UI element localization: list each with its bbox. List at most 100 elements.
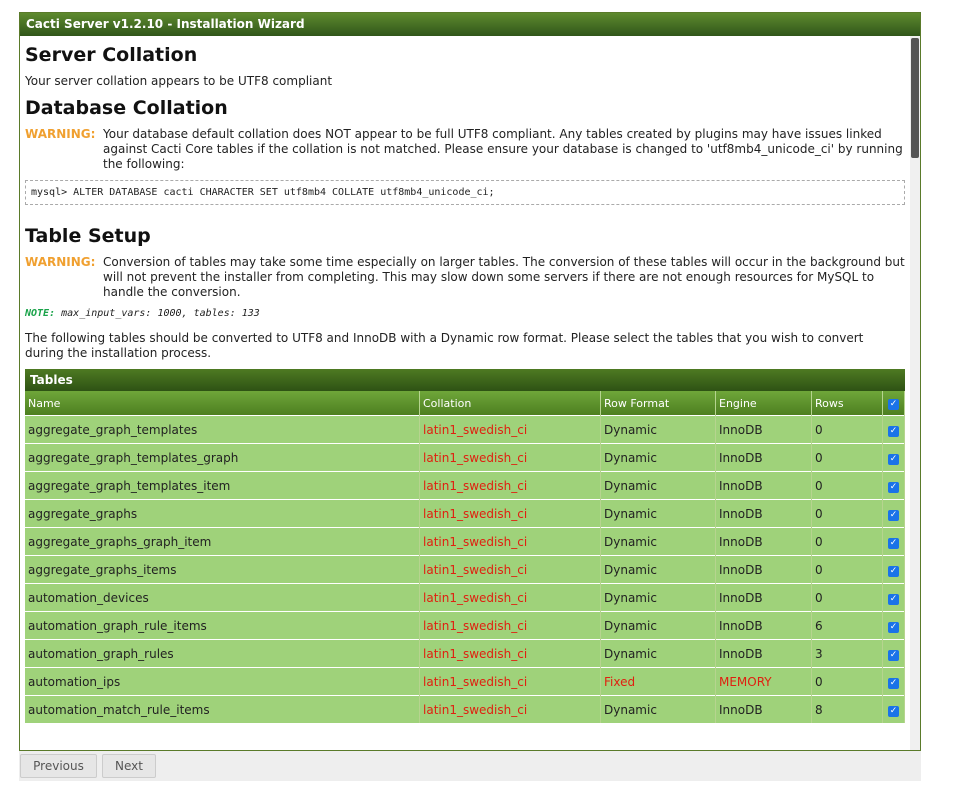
col-collation[interactable]: Collation <box>419 391 601 416</box>
table-row[interactable]: automation_devices latin1_swedish_ci Dynam… <box>25 583 905 612</box>
cell-collation: latin1_swedish_ci <box>419 499 601 528</box>
col-row-format[interactable]: Row Format <box>600 391 716 416</box>
cell-engine: InnoDB <box>715 695 812 723</box>
warning-label: WARNING: <box>25 127 96 141</box>
table-row[interactable]: aggregate_graph_templates_item latin1_swe… <box>25 471 905 500</box>
cell-engine: InnoDB <box>715 583 812 612</box>
table-row[interactable]: aggregate_graph_templates latin1_swedish_… <box>25 415 905 444</box>
cell-collation: latin1_swedish_ci <box>419 695 601 723</box>
cell-collation: latin1_swedish_ci <box>419 583 601 612</box>
cell-engine: InnoDB <box>715 499 812 528</box>
cell-row-format: Dynamic <box>600 555 716 584</box>
cell-select: ✓ <box>882 443 905 472</box>
col-rows[interactable]: Rows <box>811 391 883 416</box>
table-row[interactable]: aggregate_graphs_items latin1_swedish_ci D… <box>25 555 905 584</box>
cell-rows: 0 <box>811 443 883 472</box>
row-checkbox[interactable]: ✓ <box>888 650 899 661</box>
cell-row-format: Dynamic <box>600 695 716 723</box>
cell-name: automation_graph_rules <box>25 639 420 668</box>
cell-row-format: Dynamic <box>600 415 716 444</box>
cell-collation: latin1_swedish_ci <box>419 667 601 696</box>
cell-name: aggregate_graphs_items <box>25 555 420 584</box>
cell-row-format: Dynamic <box>600 443 716 472</box>
table-row[interactable]: aggregate_graph_templates_graph latin1_sw… <box>25 443 905 472</box>
cell-name: aggregate_graph_templates <box>25 415 420 444</box>
table-header-row: Name Collation Row Format Engine Rows ✓ <box>25 391 905 416</box>
cell-select: ✓ <box>882 667 905 696</box>
warning-text: Conversion of tables may take some time … <box>103 255 905 299</box>
cell-engine: InnoDB <box>715 527 812 556</box>
tables-table: Name Collation Row Format Engine Rows ✓ … <box>25 391 905 723</box>
cell-engine: InnoDB <box>715 471 812 500</box>
cell-engine: InnoDB <box>715 555 812 584</box>
cell-row-format: Dynamic <box>600 527 716 556</box>
table-setup-warning: WARNING: Conversion of tables may take s… <box>25 255 905 300</box>
cell-rows: 6 <box>811 611 883 640</box>
cell-select: ✓ <box>882 499 905 528</box>
cell-name: aggregate_graph_templates_graph <box>25 443 420 472</box>
row-checkbox[interactable]: ✓ <box>888 566 899 577</box>
table-row[interactable]: automation_match_rule_items latin1_swedis… <box>25 695 905 723</box>
select-all-cell: ✓ <box>882 391 905 416</box>
note-label: NOTE: <box>25 308 56 319</box>
window-title: Cacti Server v1.2.10 - Installation Wiza… <box>20 13 920 36</box>
cell-select: ✓ <box>882 639 905 668</box>
row-checkbox[interactable]: ✓ <box>888 510 899 521</box>
cell-row-format: Dynamic <box>600 583 716 612</box>
cell-select: ✓ <box>882 415 905 444</box>
cell-row-format: Dynamic <box>600 471 716 500</box>
row-checkbox[interactable]: ✓ <box>888 426 899 437</box>
wizard-content: Server Collation Your server collation a… <box>20 36 910 750</box>
cell-name: automation_ips <box>25 667 420 696</box>
col-name[interactable]: Name <box>25 391 420 416</box>
row-checkbox[interactable]: ✓ <box>888 622 899 633</box>
row-checkbox[interactable]: ✓ <box>888 538 899 549</box>
table-row[interactable]: automation_ips latin1_swedish_ci Fixed MEMO… <box>25 667 905 696</box>
col-engine[interactable]: Engine <box>715 391 812 416</box>
cell-rows: 0 <box>811 527 883 556</box>
cell-engine: InnoDB <box>715 415 812 444</box>
scrollbar-thumb[interactable] <box>911 38 919 158</box>
database-collation-warning: WARNING: Your database default collation… <box>25 127 905 172</box>
cell-select: ✓ <box>882 611 905 640</box>
table-setup-heading: Table Setup <box>25 225 151 247</box>
cell-collation: latin1_swedish_ci <box>419 527 601 556</box>
row-checkbox[interactable]: ✓ <box>888 594 899 605</box>
cell-name: automation_devices <box>25 583 420 612</box>
warning-text: Your database default collation does NOT… <box>103 127 903 171</box>
select-all-checkbox[interactable]: ✓ <box>888 399 899 410</box>
cell-rows: 0 <box>811 667 883 696</box>
row-checkbox[interactable]: ✓ <box>888 454 899 465</box>
database-collation-heading: Database Collation <box>25 97 228 119</box>
note: NOTE: max_input_vars: 1000, tables: 133 <box>25 308 905 319</box>
table-row[interactable]: automation_graph_rule_items latin1_swedis… <box>25 611 905 640</box>
cell-row-format: Dynamic <box>600 499 716 528</box>
previous-button[interactable]: Previous <box>20 754 97 778</box>
cell-select: ✓ <box>882 583 905 612</box>
row-checkbox[interactable]: ✓ <box>888 482 899 493</box>
cell-name: aggregate_graphs <box>25 499 420 528</box>
cell-name: aggregate_graphs_graph_item <box>25 527 420 556</box>
table-row[interactable]: aggregate_graphs latin1_swedish_ci Dynamic… <box>25 499 905 528</box>
cell-rows: 0 <box>811 471 883 500</box>
cell-rows: 0 <box>811 499 883 528</box>
cell-collation: latin1_swedish_ci <box>419 443 601 472</box>
cell-rows: 0 <box>811 415 883 444</box>
cell-rows: 3 <box>811 639 883 668</box>
cell-engine: InnoDB <box>715 611 812 640</box>
next-button[interactable]: Next <box>102 754 156 778</box>
note-text: max_input_vars: 1000, tables: 133 <box>61 308 260 319</box>
cell-collation: latin1_swedish_ci <box>419 611 601 640</box>
cell-rows: 8 <box>811 695 883 723</box>
row-checkbox[interactable]: ✓ <box>888 706 899 717</box>
warning-label: WARNING: <box>25 255 96 269</box>
cell-name: automation_graph_rule_items <box>25 611 420 640</box>
cell-rows: 0 <box>811 555 883 584</box>
cell-name: automation_match_rule_items <box>25 695 420 723</box>
table-row[interactable]: aggregate_graphs_graph_item latin1_swedis… <box>25 527 905 556</box>
server-collation-text: Your server collation appears to be UTF8… <box>25 74 333 88</box>
cell-row-format: Fixed <box>600 667 716 696</box>
table-row[interactable]: automation_graph_rules latin1_swedish_ci D… <box>25 639 905 668</box>
row-checkbox[interactable]: ✓ <box>888 678 899 689</box>
cell-collation: latin1_swedish_ci <box>419 555 601 584</box>
